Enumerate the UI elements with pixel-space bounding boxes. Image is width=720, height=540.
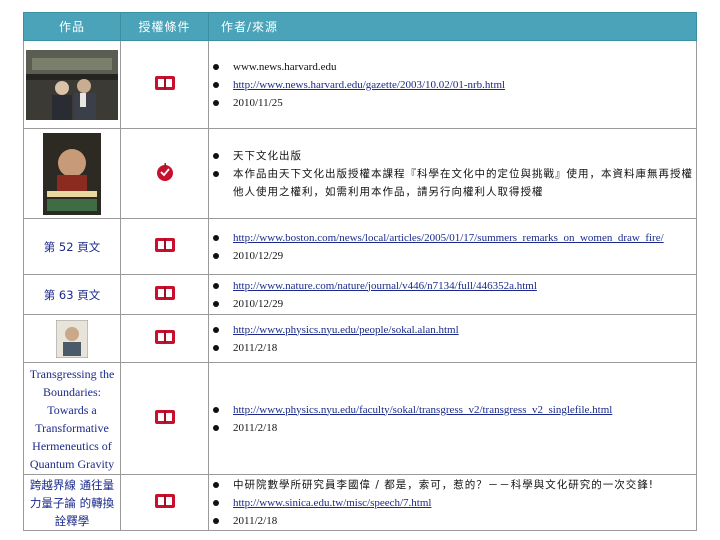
source-cell: http://www.boston.com/news/local/article… — [208, 218, 697, 275]
license-cell — [120, 474, 209, 531]
table-row: http://www.physics.nyu.edu/people/sokal.… — [23, 314, 697, 363]
work-cell — [23, 128, 121, 219]
table-row: 天下文化出版 本作品由天下文化出版授權本課程『科學在文化中的定位與挑戰』使用，本… — [23, 128, 697, 219]
work-cell: 跨越界線 通往量力量子論 的轉換詮釋學 — [23, 474, 121, 531]
public-domain-book-icon — [154, 410, 175, 424]
table-row: 第 63 頁文 http://www.nature.com/nature/jou… — [23, 274, 697, 315]
source-item: 2011/2/18 — [209, 419, 696, 437]
source-item: 2010/12/29 — [209, 295, 696, 313]
work-title: Transgressing the Boundaries: Towards a … — [29, 366, 115, 471]
license-cell — [120, 274, 209, 315]
source-item: http://www.sinica.edu.tw/misc/speech/7.h… — [209, 494, 696, 512]
source-link[interactable]: http://www.boston.com/news/local/article… — [233, 232, 664, 244]
license-cell — [120, 128, 209, 219]
photo-two-men-image — [26, 49, 118, 120]
source-item: http://www.nature.com/nature/journal/v44… — [209, 277, 696, 295]
source-link[interactable]: http://www.news.harvard.edu/gazette/2003… — [233, 79, 505, 91]
public-domain-book-icon — [154, 494, 175, 508]
source-item: 本作品由天下文化出版授權本課程『科學在文化中的定位與挑戰』使用，本資料庫無再授權… — [209, 165, 696, 201]
work-cell: Transgressing the Boundaries: Towards a … — [23, 362, 121, 475]
header-work: 作品 — [23, 12, 121, 41]
source-item: 中研院數學所研究員李國偉 / 都是，索可，惹的？－－科學與文化研究的一次交鋒! — [209, 476, 696, 494]
source-item: http://www.boston.com/news/local/article… — [209, 229, 696, 247]
work-title: 第 63 頁文 — [43, 287, 101, 302]
work-cell: 第 63 頁文 — [23, 274, 121, 315]
source-item: 2011/2/18 — [209, 339, 696, 357]
public-domain-book-icon — [154, 76, 175, 90]
license-cell — [120, 40, 209, 129]
public-domain-book-icon — [154, 286, 175, 300]
source-cell: http://www.physics.nyu.edu/faculty/sokal… — [208, 362, 697, 475]
source-item: http://www.physics.nyu.edu/faculty/sokal… — [209, 401, 696, 419]
book-cover-image — [43, 132, 101, 215]
public-domain-book-icon — [154, 330, 175, 344]
source-cell: www.news.harvard.edu http://www.news.har… — [208, 40, 697, 129]
license-cell — [120, 218, 209, 275]
source-link[interactable]: http://www.nature.com/nature/journal/v44… — [233, 280, 537, 292]
portrait-photo-image — [56, 319, 88, 358]
source-link[interactable]: http://www.sinica.edu.tw/misc/speech/7.h… — [233, 497, 431, 509]
source-item: http://www.news.harvard.edu/gazette/2003… — [209, 76, 696, 94]
source-cell: 天下文化出版 本作品由天下文化出版授權本課程『科學在文化中的定位與挑戰』使用，本… — [208, 128, 697, 219]
licensed-apple-icon — [156, 163, 173, 181]
source-cell: 中研院數學所研究員李國偉 / 都是，索可，惹的？－－科學與文化研究的一次交鋒! … — [208, 474, 697, 531]
source-link[interactable]: http://www.physics.nyu.edu/faculty/sokal… — [233, 404, 612, 416]
source-item: 天下文化出版 — [209, 147, 696, 165]
work-title: 第 52 頁文 — [43, 239, 101, 254]
header-source: 作者/來源 — [208, 12, 697, 41]
header-license: 授權條件 — [120, 12, 209, 41]
table-row: Transgressing the Boundaries: Towards a … — [23, 362, 697, 475]
header-row: 作品 授權條件 作者/來源 — [23, 12, 697, 41]
work-title: 跨越界線 通往量力量子論 的轉換詮釋學 — [29, 477, 115, 528]
public-domain-book-icon — [154, 238, 175, 252]
work-cell — [23, 314, 121, 363]
work-cell — [23, 40, 121, 129]
table-row: 跨越界線 通往量力量子論 的轉換詮釋學 中研院數學所研究員李國偉 / 都是，索可… — [23, 474, 697, 531]
work-cell: 第 52 頁文 — [23, 218, 121, 275]
source-cell: http://www.nature.com/nature/journal/v44… — [208, 274, 697, 315]
source-item: 2010/11/25 — [209, 94, 696, 112]
source-cell: http://www.physics.nyu.edu/people/sokal.… — [208, 314, 697, 363]
table-row: www.news.harvard.edu http://www.news.har… — [23, 40, 697, 129]
source-item: www.news.harvard.edu — [209, 58, 696, 76]
source-item: http://www.physics.nyu.edu/people/sokal.… — [209, 321, 696, 339]
table-row: 第 52 頁文 http://www.boston.com/news/local… — [23, 218, 697, 275]
credits-table: 作品 授權條件 作者/來源 www.news.harvard.edu http:… — [23, 12, 697, 531]
license-cell — [120, 314, 209, 363]
source-link[interactable]: http://www.physics.nyu.edu/people/sokal.… — [233, 324, 459, 336]
source-item: 2011/2/18 — [209, 512, 696, 530]
source-item: 2010/12/29 — [209, 247, 696, 265]
license-cell — [120, 362, 209, 475]
